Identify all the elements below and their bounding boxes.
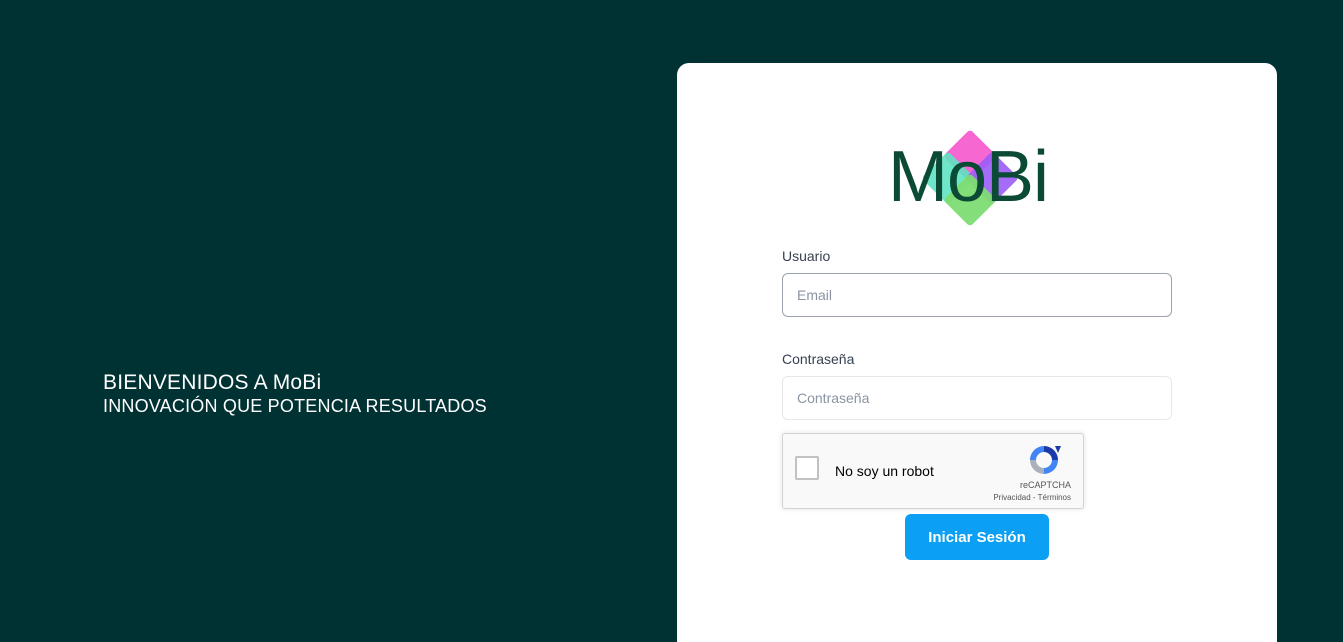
recaptcha-brand: reCAPTCHA: [1019, 480, 1071, 490]
login-button[interactable]: Iniciar Sesión: [905, 514, 1049, 560]
recaptcha-link-separator: -: [1030, 493, 1038, 502]
recaptcha-terms-link[interactable]: Términos: [1038, 493, 1071, 502]
mobi-logo: MoBi: [883, 127, 1063, 227]
login-page: BIENVENIDOS A MoBi INNOVACIÓN QUE POTENC…: [0, 0, 1343, 642]
password-label: Contraseña: [782, 351, 855, 367]
recaptcha-label: No soy un robot: [835, 463, 934, 479]
recaptcha-links: Privacidad - Términos: [993, 493, 1071, 502]
login-card: MoBi Usuario Contraseña No soy un robot …: [677, 63, 1277, 642]
recaptcha-widget: No soy un robot reCAPTCHA Privacidad - T…: [782, 433, 1084, 509]
password-field[interactable]: [782, 376, 1172, 420]
recaptcha-privacy-link[interactable]: Privacidad: [993, 493, 1030, 502]
welcome-section: BIENVENIDOS A MoBi INNOVACIÓN QUE POTENC…: [103, 370, 487, 417]
welcome-subtitle: INNOVACIÓN QUE POTENCIA RESULTADOS: [103, 396, 487, 416]
logo-text: MoBi: [888, 137, 1049, 217]
recaptcha-checkbox[interactable]: [795, 456, 819, 480]
user-label: Usuario: [782, 248, 831, 264]
welcome-title: BIENVENIDOS A MoBi: [103, 371, 322, 394]
email-field[interactable]: [782, 273, 1172, 317]
recaptcha-icon: [1030, 446, 1061, 474]
